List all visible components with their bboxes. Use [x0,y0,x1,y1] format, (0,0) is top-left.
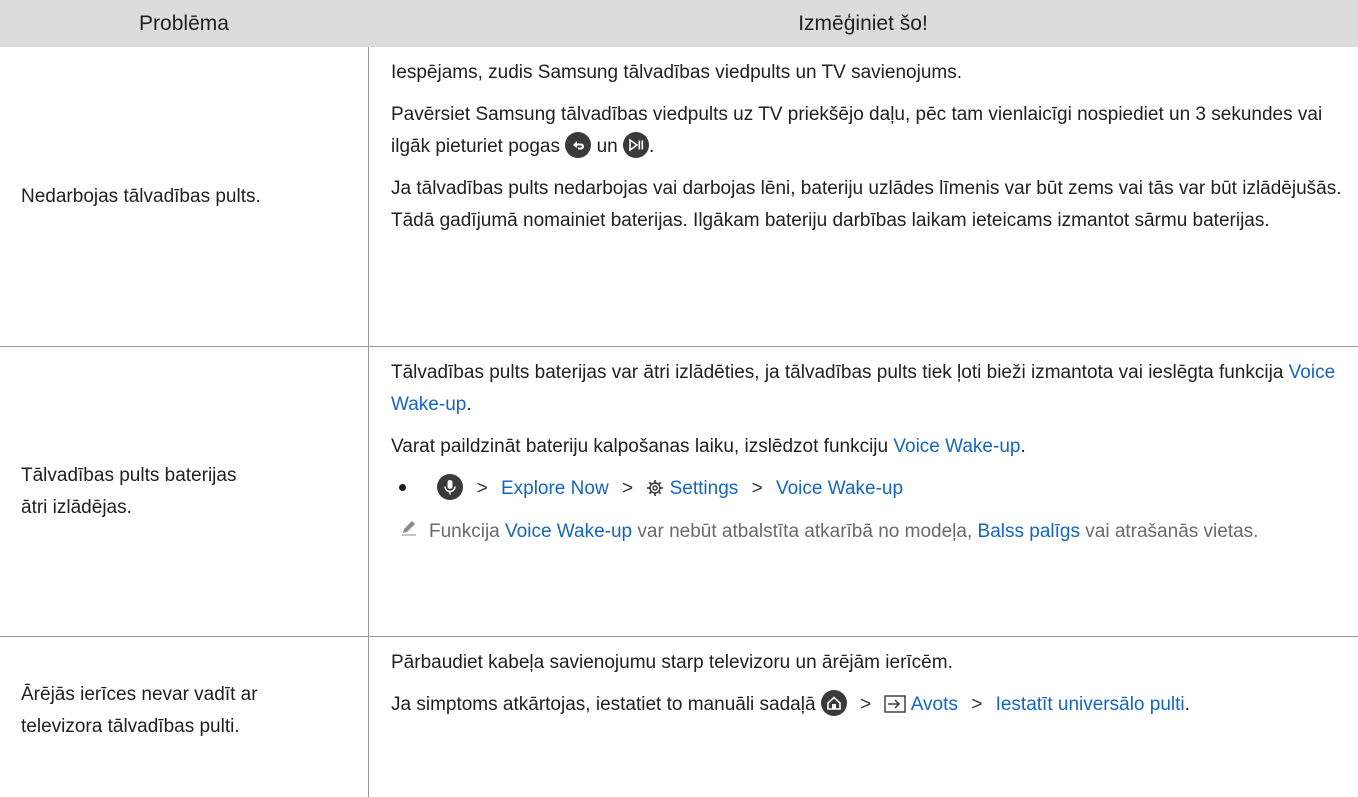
path-settings[interactable]: Settings [670,478,739,499]
solution-cell: Pārbaudiet kabeļa savienojumu starp tele… [369,637,1358,797]
home-icon[interactable] [820,690,847,716]
solution-paragraph: Tālvadības pults baterijas var ātri izlā… [391,357,1346,421]
solution-paragraph: Ja tālvadības pults nedarbojas vai darbo… [391,178,1342,231]
pencil-note-icon [399,516,419,536]
source-input-icon [884,692,907,724]
problem-text: Tālvadības pults baterijas ātri izlādēja… [21,464,237,518]
problem-text: Nedarbojas tālvadības pults. [21,185,261,207]
problem-cell: Nedarbojas tālvadības pults. [0,47,369,346]
table-header: Problēma Izmēģiniet šo! [0,0,1358,47]
table-row: Ārējās ierīces nevar vadīt ar televizora… [0,637,1358,797]
path-avots[interactable]: Avots [911,694,958,715]
solution-paragraph: Varat paildzināt bateriju kalpošanas lai… [391,431,1346,463]
note-text: Funkcija Voice Wake-up var nebūt atbalst… [429,516,1309,548]
solution-text: . [466,394,472,415]
note: Funkcija Voice Wake-up var nebūt atbalst… [391,516,1346,548]
problem-text: Ārējās ierīces nevar vadīt ar televizora… [21,684,258,737]
play-pause-icon [622,132,649,158]
chevron-right-icon: > [860,694,872,715]
path-universal-remote[interactable]: Iestatīt universālo pulti [996,694,1185,715]
table-row: Tālvadības pults baterijas ātri izlādēja… [0,347,1358,637]
chevron-right-icon: > [476,478,488,499]
solution-text: un [596,136,618,157]
bullet [399,484,406,491]
voice-wakeup-link[interactable]: Voice Wake-up [505,521,632,542]
solution-text: Ja simptoms atkārtojas, iestatiet to man… [391,694,816,715]
table-row: Nedarbojas tālvadības pults. Iespējams, … [0,47,1358,347]
note-text-part: vai atrašanās vietas. [1085,521,1259,542]
return-arrow-icon [565,132,592,158]
menu-path: > Explore Now > Settings > Voice Wake-up [391,473,1346,508]
solution-paragraph: Pārbaudiet kabeļa savienojumu starp tele… [391,652,953,673]
header-try-this: Izmēģiniet šo! [798,11,928,35]
chevron-right-icon: > [751,478,763,499]
note-text-part: Funkcija [429,521,500,542]
problem-cell: Ārējās ierīces nevar vadīt ar televizora… [0,637,369,797]
path-voice-wakeup[interactable]: Voice Wake-up [776,478,903,499]
chevron-right-icon: > [621,478,634,499]
solution-cell: Tālvadības pults baterijas var ātri izlā… [369,347,1358,636]
problem-cell: Tālvadības pults baterijas ātri izlādēja… [0,347,369,636]
path-explore-now[interactable]: Explore Now [501,478,609,499]
solution-paragraph: Ja simptoms atkārtojas, iestatiet to man… [391,689,1346,724]
chevron-right-icon: > [971,694,983,715]
voice-wakeup-link[interactable]: Voice Wake-up [893,436,1020,457]
solution-text: Tālvadības pults baterijas var ātri izlā… [391,362,1284,383]
microphone-icon[interactable] [437,474,464,500]
solution-paragraph: Iespējams, zudis Samsung tālvadības vied… [391,62,963,83]
solution-text: . [1184,694,1190,715]
gear-icon [646,476,664,508]
solution-cell: Iespējams, zudis Samsung tālvadības vied… [369,47,1358,346]
solution-text: . [1020,436,1026,457]
header-problem: Problēma [139,11,229,35]
note-text-part: var nebūt atbalstīta atkarībā no modeļa, [637,521,973,542]
solution-paragraph: Pavērsiet Samsung tālvadības viedpults u… [391,99,1346,163]
balss-paligs-link[interactable]: Balss palīgs [978,521,1080,542]
solution-text: . [648,136,655,157]
solution-text: Varat paildzināt bateriju kalpošanas lai… [391,436,889,457]
troubleshooting-table: Problēma Izmēģiniet šo! Nedarbojas tālva… [0,0,1358,797]
solution-text: Pavērsiet Samsung tālvadības viedpults u… [391,104,1323,157]
